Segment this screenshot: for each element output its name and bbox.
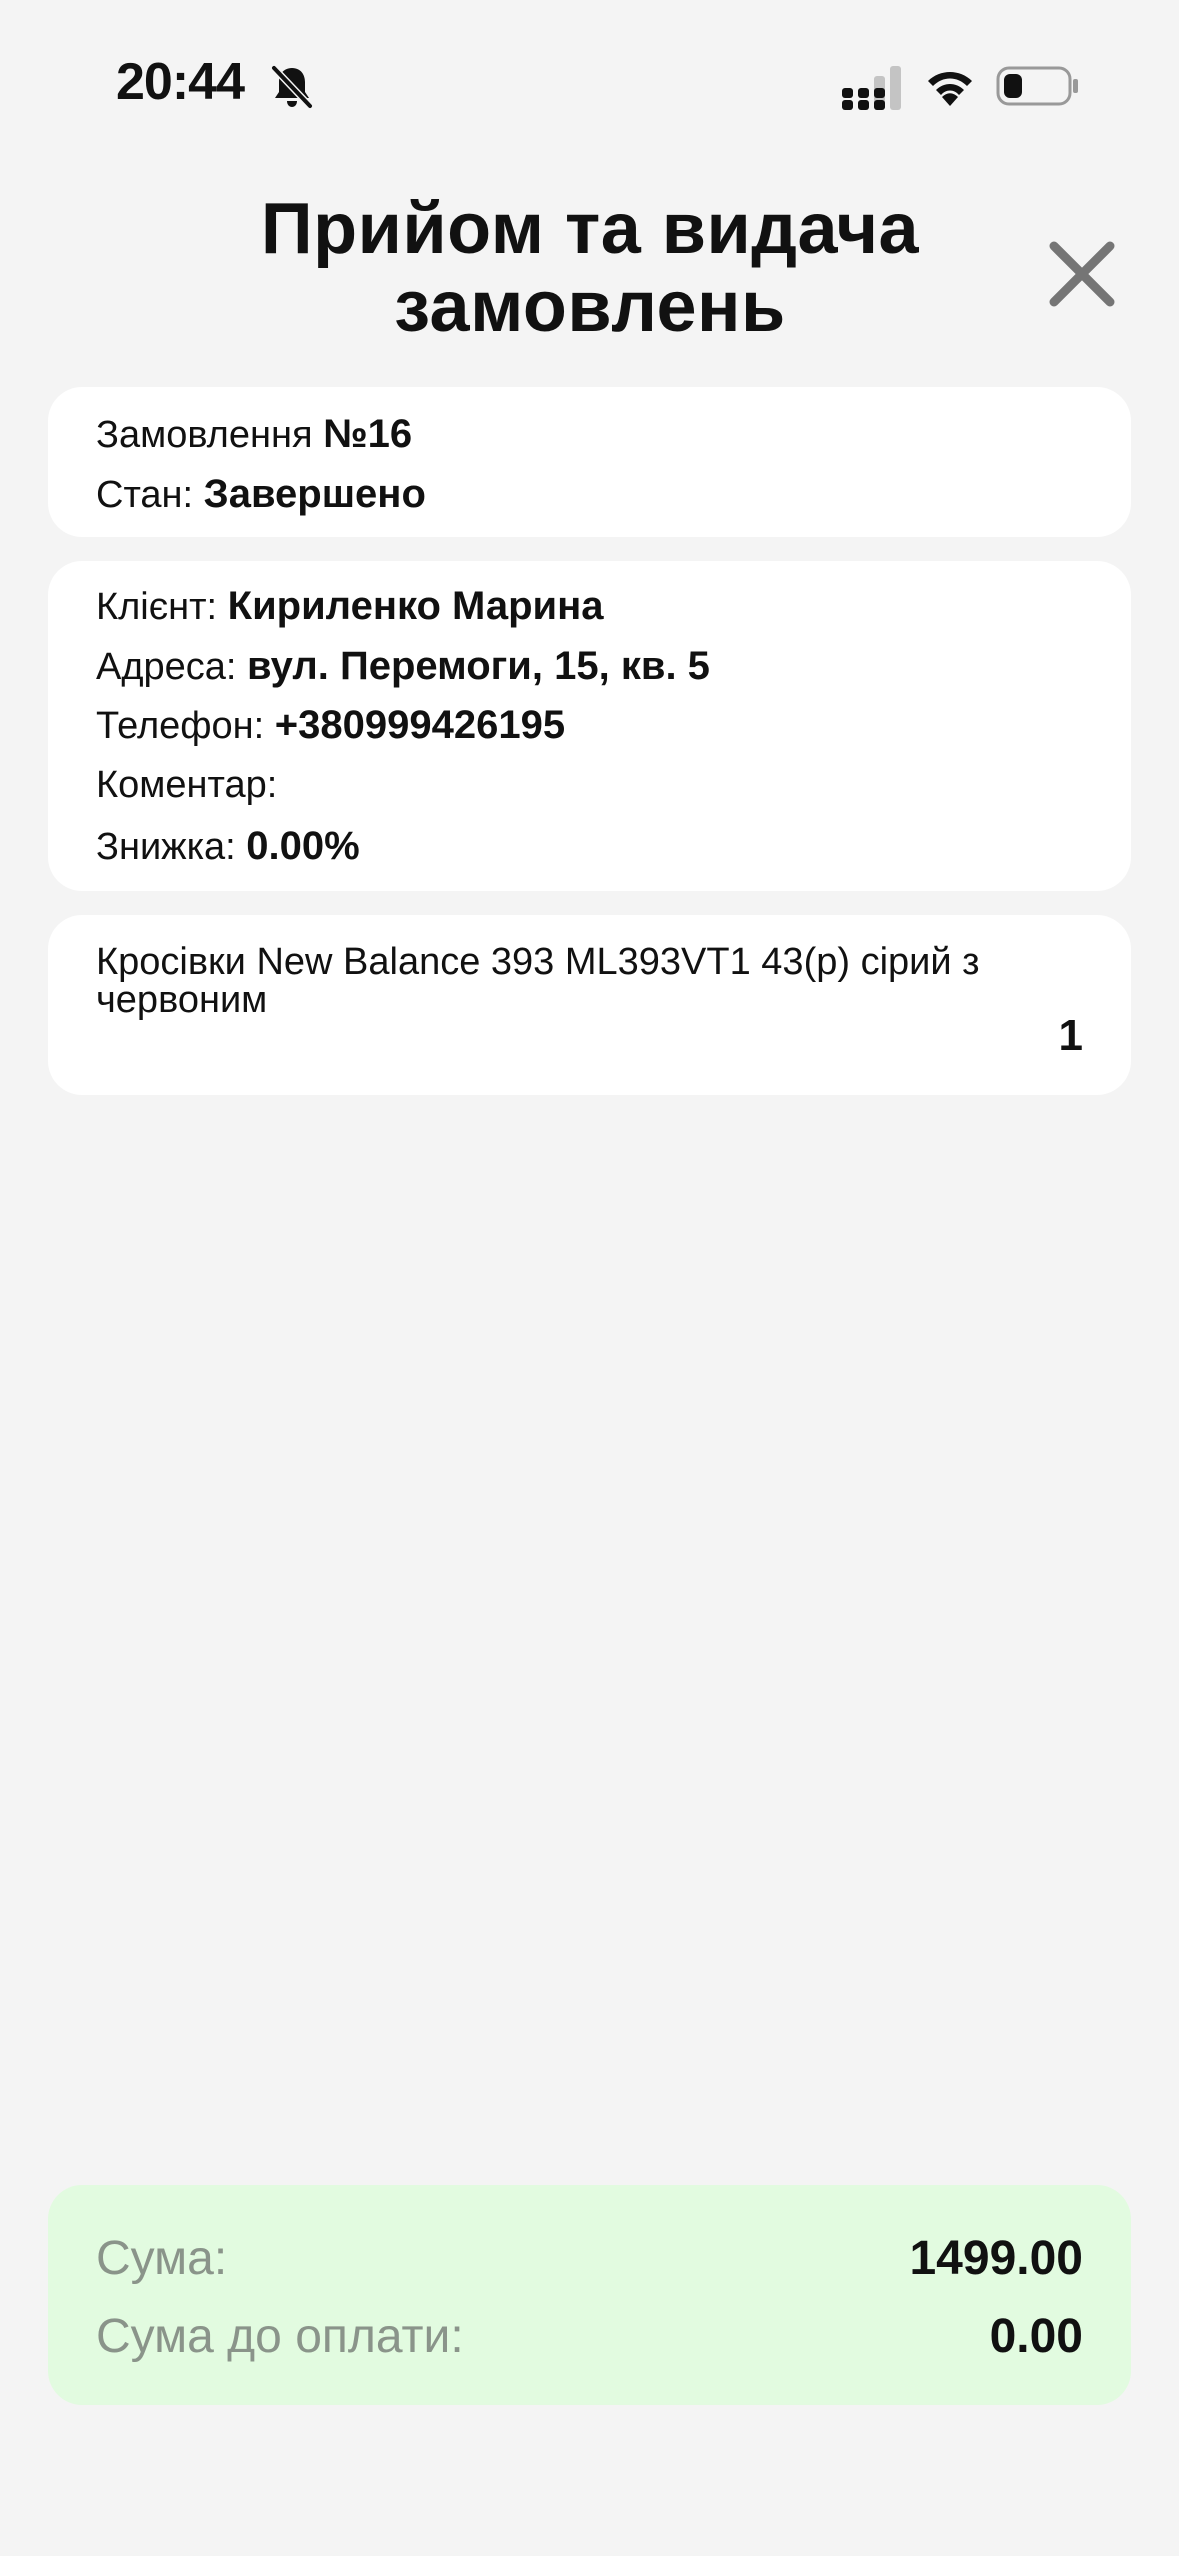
header: Прийом та видача замовлень xyxy=(0,190,1179,360)
order-state-row: Стан: Завершено xyxy=(96,471,426,518)
client-discount-row: Знижка: 0.00% xyxy=(96,823,360,870)
item-quantity: 1 xyxy=(1058,1011,1083,1060)
wifi-icon xyxy=(928,72,972,106)
to-pay-label: Сума до оплати: xyxy=(96,2310,464,2363)
order-state-value: Завершено xyxy=(203,472,426,516)
client-discount-value: 0.00% xyxy=(246,824,360,868)
to-pay-row: Сума до оплати: 0.00 xyxy=(96,2309,1083,2369)
client-info-card: Клієнт: Кириленко Марина Адреса: вул. Пе… xyxy=(48,561,1131,891)
order-number-label: Замовлення xyxy=(96,414,324,456)
client-name-value: Кириленко Марина xyxy=(227,584,604,628)
close-icon xyxy=(1049,241,1115,307)
client-phone-value[interactable]: +380999426195 xyxy=(275,703,565,747)
battery-icon xyxy=(996,66,1078,106)
close-button[interactable] xyxy=(1044,236,1120,312)
client-comment-label: Коментар: xyxy=(96,764,278,806)
bell-muted-icon xyxy=(270,64,314,110)
to-pay-value: 0.00 xyxy=(989,2310,1083,2363)
client-name-row: Клієнт: Кириленко Марина xyxy=(96,583,604,630)
order-number-value: №16 xyxy=(323,412,413,456)
sum-label: Сума: xyxy=(96,2232,228,2285)
client-phone-row: Телефон: +380999426195 xyxy=(96,702,565,749)
summary-panel: Сума: 1499.00 Сума до оплати: 0.00 xyxy=(48,2185,1131,2405)
page-title: Прийом та видача замовлень xyxy=(180,190,1000,346)
page-title-line-2: замовлень xyxy=(394,267,786,347)
status-bar: 20:44 xyxy=(0,0,1179,175)
client-comment-row: Коментар: xyxy=(96,762,277,808)
client-discount-label: Знижка: xyxy=(96,826,247,868)
item-name: Кросівки New Balance 393 ML393VT1 43(р) … xyxy=(96,941,980,1021)
order-number-row: Замовлення №16 xyxy=(96,411,412,458)
client-address-label: Адреса: xyxy=(96,646,248,688)
list-item[interactable]: Кросівки New Balance 393 ML393VT1 43(р) … xyxy=(48,915,1131,1095)
page-title-line-1: Прийом та видача xyxy=(260,189,920,269)
order-info-card: Замовлення №16 Стан: Завершено xyxy=(48,387,1131,537)
order-state-label: Стан: xyxy=(96,474,204,516)
signal-icon xyxy=(842,66,901,110)
client-address-value: вул. Перемоги, 15, кв. 5 xyxy=(247,644,710,688)
client-name-label: Клієнт: xyxy=(96,586,228,628)
client-phone-label: Телефон: xyxy=(96,705,275,747)
client-address-row: Адреса: вул. Перемоги, 15, кв. 5 xyxy=(96,643,710,690)
status-time: 20:44 xyxy=(116,53,245,111)
sum-row: Сума: 1499.00 xyxy=(96,2231,1083,2291)
sum-value: 1499.00 xyxy=(909,2232,1083,2285)
